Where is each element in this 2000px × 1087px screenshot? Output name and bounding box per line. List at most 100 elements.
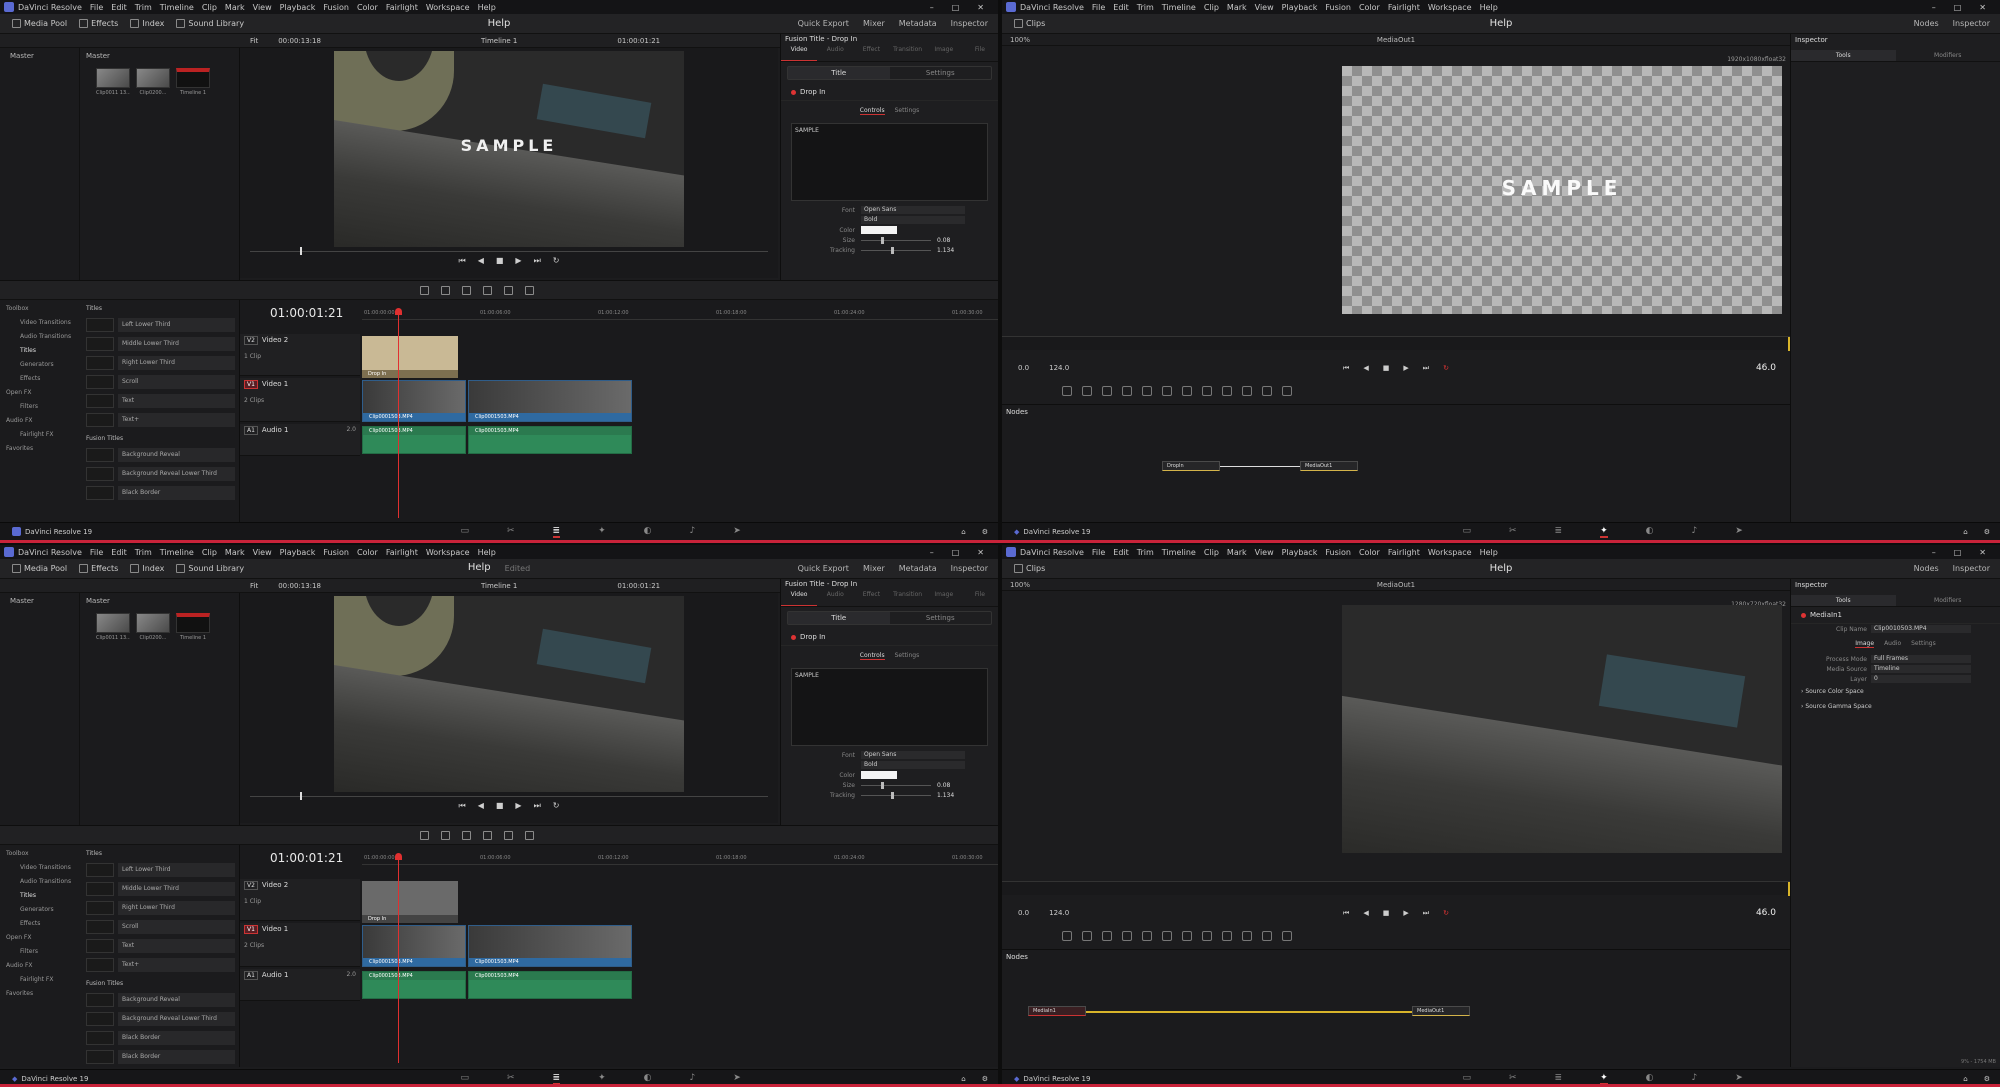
menu-item[interactable]: Mark (225, 3, 245, 12)
maximize-icon[interactable]: □ (952, 3, 960, 12)
current-frame[interactable]: 46.0 (1756, 363, 1776, 373)
cut-page-icon[interactable]: ✂ (507, 526, 515, 538)
title-item[interactable]: Left Lower Third (86, 861, 235, 878)
menu-item[interactable]: DaVinci Resolve (1020, 548, 1084, 557)
play-icon[interactable]: ▶ (1403, 909, 1408, 918)
toolbox-category[interactable]: Toolbox (6, 847, 74, 861)
toolbox-category[interactable]: Effects (6, 917, 74, 931)
fairlight-page-icon[interactable]: ♪ (1691, 526, 1697, 538)
render-end[interactable]: 124.0 (1049, 364, 1069, 372)
stop-icon[interactable]: ■ (1383, 909, 1390, 918)
select-tool-icon[interactable] (420, 285, 429, 295)
3d-tool-icon[interactable] (1262, 931, 1272, 941)
fusion-title-item[interactable]: Background Reveal Lower Third (86, 1010, 235, 1027)
toolbox-category[interactable]: Favorites (6, 442, 74, 456)
minimize-icon[interactable]: – (1932, 548, 1936, 557)
tab-video[interactable]: Video (781, 44, 818, 61)
edit-page-icon[interactable]: ≣ (1555, 1073, 1563, 1085)
menu-item[interactable]: Mark (1227, 3, 1247, 12)
camera-tool-icon[interactable] (1282, 386, 1292, 396)
mask-tool-icon[interactable] (1162, 931, 1172, 941)
menu-item[interactable]: Fairlight (386, 548, 418, 557)
loop-icon[interactable]: ↻ (1443, 364, 1449, 373)
viewer-scrubber[interactable] (250, 792, 768, 800)
blur-tool-icon[interactable] (1122, 386, 1132, 396)
title-clip[interactable]: Drop In (362, 336, 458, 378)
media-pool-button[interactable]: Media Pool (12, 564, 67, 573)
tracker-tool-icon[interactable] (1242, 931, 1252, 941)
viewer-scrubber[interactable] (250, 247, 768, 255)
title-item[interactable]: Right Lower Third (86, 899, 235, 916)
tab-audio[interactable]: Audio (1884, 640, 1901, 648)
size-slider[interactable] (861, 781, 931, 789)
fairlight-page-icon[interactable]: ♪ (1691, 1073, 1697, 1085)
toolbox-category[interactable]: Video Transitions (6, 861, 74, 875)
inspector-button[interactable]: Inspector (1953, 564, 1990, 573)
tab-image[interactable]: Image (1855, 640, 1875, 648)
background-tool-icon[interactable] (1062, 931, 1072, 941)
merge-tool-icon[interactable] (1142, 931, 1152, 941)
deliver-page-icon[interactable]: ➤ (733, 526, 741, 538)
color-tool-icon[interactable] (1202, 386, 1212, 396)
menu-item[interactable]: Color (357, 548, 378, 557)
title-item[interactable]: Middle Lower Third (86, 880, 235, 897)
cut-page-icon[interactable]: ✂ (1509, 1073, 1517, 1085)
maximize-icon[interactable]: □ (952, 548, 960, 557)
color-page-icon[interactable]: ◐ (644, 526, 652, 538)
toolbox-category[interactable]: Open FX (6, 386, 74, 400)
node-mediain[interactable]: MediaIn1 (1028, 1006, 1086, 1016)
current-frame[interactable]: 46.0 (1756, 908, 1776, 918)
tab-image[interactable]: Image (926, 589, 962, 606)
video-clip[interactable]: Clip0001503.MP4 (468, 925, 632, 967)
tab-transition[interactable]: Transition (890, 589, 926, 606)
deliver-page-icon[interactable]: ➤ (733, 1073, 741, 1085)
tab-file[interactable]: File (962, 44, 998, 61)
menu-item[interactable]: Timeline (160, 3, 194, 12)
stop-icon[interactable]: ■ (496, 256, 504, 270)
toolbox-category[interactable]: Audio Transitions (6, 330, 74, 344)
media-clip[interactable]: Clip0200... (136, 613, 170, 643)
transform-tool-icon[interactable] (1182, 931, 1192, 941)
fusion-title-item[interactable]: Black Border (86, 484, 235, 501)
paint-tool-icon[interactable] (1082, 386, 1092, 396)
blade-tool-icon[interactable] (462, 830, 471, 840)
media-clip[interactable]: Clip0200... (136, 68, 170, 98)
toolbox-category[interactable]: Open FX (6, 931, 74, 945)
nodes-button[interactable]: Nodes (1914, 19, 1939, 28)
menu-item[interactable]: Fairlight (386, 3, 418, 12)
menu-item[interactable]: Trim (1137, 548, 1154, 557)
menu-item[interactable]: Timeline (1162, 3, 1196, 12)
fusion-title-item[interactable]: Background Reveal Lower Third (86, 465, 235, 482)
menu-item[interactable]: Clip (1204, 548, 1219, 557)
color-page-icon[interactable]: ◐ (644, 1073, 652, 1085)
tab-modifiers[interactable]: Modifiers (1896, 595, 2000, 606)
fairlight-page-icon[interactable]: ♪ (689, 1073, 695, 1085)
layer-dropdown[interactable]: 0 (1871, 675, 1971, 683)
fusion-page-icon[interactable]: ✦ (598, 1073, 606, 1085)
color-swatch[interactable] (861, 226, 897, 234)
playhead[interactable] (395, 308, 402, 518)
3d-tool-icon[interactable] (1262, 386, 1272, 396)
play-icon[interactable]: ▶ (1403, 364, 1408, 373)
menu-item[interactable]: Workspace (1428, 3, 1472, 12)
text-tool-icon[interactable] (1102, 386, 1112, 396)
menu-item[interactable]: Fairlight (1388, 548, 1420, 557)
menu-item[interactable]: Trim (1137, 3, 1154, 12)
inspector-button[interactable]: Inspector (951, 19, 988, 28)
menu-item[interactable]: Help (478, 3, 496, 12)
menu-item[interactable]: Playback (1282, 3, 1318, 12)
timeline-dropdown[interactable]: Timeline 1 (481, 582, 517, 590)
menu-item[interactable]: Edit (111, 3, 127, 12)
first-frame-icon[interactable]: ⏮ (459, 256, 466, 270)
metadata-button[interactable]: Metadata (899, 564, 937, 573)
index-button[interactable]: Index (130, 19, 164, 28)
media-timeline[interactable]: Timeline 1 (176, 68, 210, 98)
menu-item[interactable]: Playback (1282, 548, 1318, 557)
toolbox-category[interactable]: Generators (6, 903, 74, 917)
step-back-icon[interactable]: ◀ (478, 801, 484, 815)
menu-item[interactable]: View (253, 548, 272, 557)
menu-item[interactable]: Edit (1113, 3, 1129, 12)
tab-controls[interactable]: Controls (859, 107, 885, 115)
menu-item[interactable]: File (1092, 548, 1105, 557)
fusion-page-icon[interactable]: ✦ (1600, 1073, 1608, 1085)
